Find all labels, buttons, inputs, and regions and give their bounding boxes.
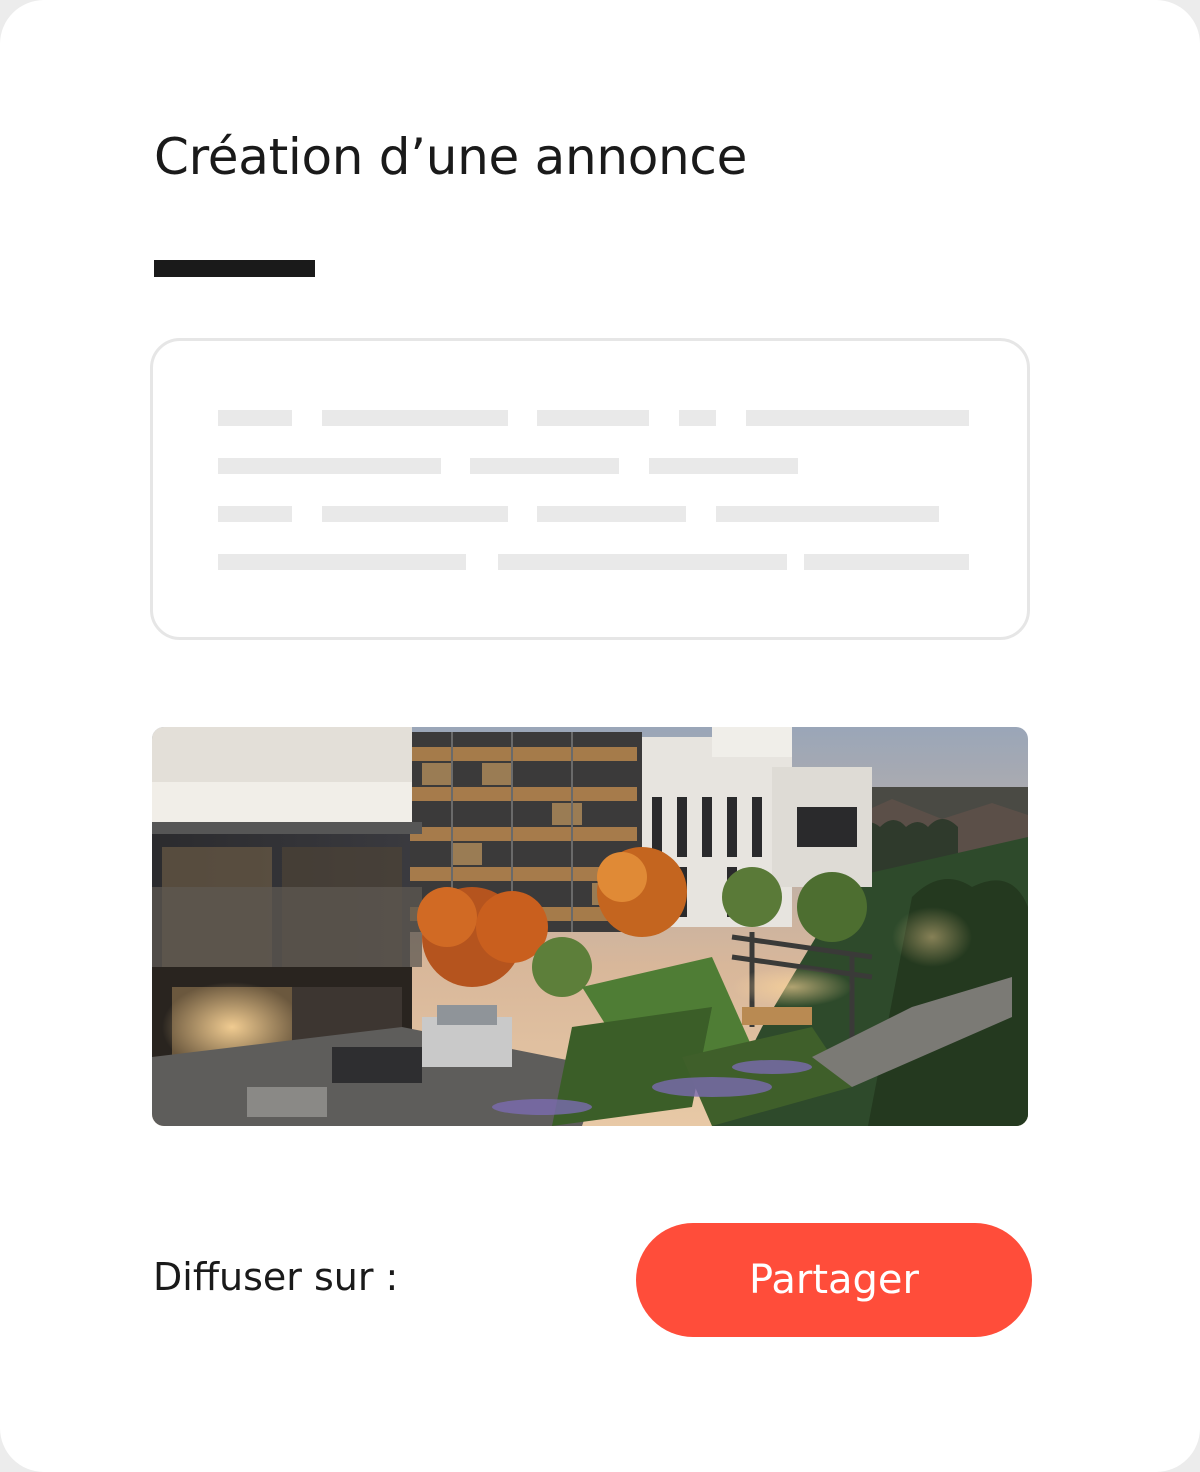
placeholder-text-line <box>218 410 292 426</box>
placeholder-text-line <box>537 410 649 426</box>
title-underline <box>154 260 315 277</box>
placeholder-text-line <box>322 410 508 426</box>
placeholder-text-line <box>470 458 619 474</box>
placeholder-text-line <box>498 554 787 570</box>
placeholder-text-line <box>218 458 441 474</box>
placeholder-text-line <box>716 506 939 522</box>
description-textarea[interactable] <box>150 338 1030 640</box>
placeholder-text-line <box>322 506 508 522</box>
placeholder-text-line <box>649 458 798 474</box>
placeholder-text-line <box>679 410 716 426</box>
placeholder-text-line <box>218 506 292 522</box>
listing-photo <box>152 727 1028 1126</box>
page-title: Création d’une annonce <box>154 128 748 186</box>
listing-creation-card: Création d’une annonce Diffuser sur: Pa… <box>0 0 1200 1472</box>
placeholder-text-line <box>746 410 969 426</box>
placeholder-text-line <box>218 554 466 570</box>
placeholder-text-line <box>804 554 969 570</box>
diffuse-on-label: Diffuser sur : <box>153 1255 399 1299</box>
placeholder-text-line <box>537 506 686 522</box>
share-button[interactable]: Partager <box>636 1223 1032 1337</box>
